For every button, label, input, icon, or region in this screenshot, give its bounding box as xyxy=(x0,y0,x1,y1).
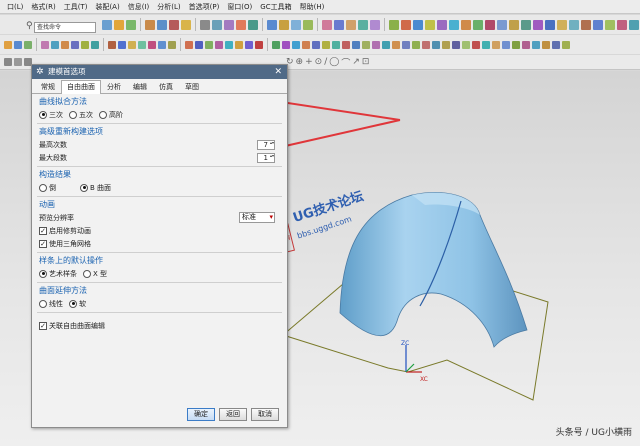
section-spline-default: 样条上的默认操作 xyxy=(39,256,103,265)
fit-quintic-radio[interactable] xyxy=(69,110,77,119)
fit-high-radio[interactable] xyxy=(99,110,107,119)
spline-studio-option[interactable]: 艺术样条 xyxy=(39,269,77,279)
dialog-buttons: 确定 返回 取消 xyxy=(187,408,279,421)
preview-resolution-label: 预览分辨率 xyxy=(39,213,74,222)
triangle-mesh-checkbox[interactable]: ✓ xyxy=(39,239,47,248)
trim-animation-row: ✓ 启用修剪动画 xyxy=(32,224,287,237)
associative-edit-label: 关联自由曲面编辑 xyxy=(49,321,105,330)
spline-studio-label: 艺术样条 xyxy=(49,269,77,278)
axis-label-xc: XC xyxy=(420,376,428,383)
tab-edit[interactable]: 编辑 xyxy=(127,80,153,93)
construct-options: 倒 B 曲面 xyxy=(32,181,287,194)
modeling-preferences-dialog: ✲ 建模首选项 ✕ 常规 自由曲面 分析 编辑 仿真 草图 曲线拟合方法 三次 … xyxy=(31,64,288,428)
close-icon[interactable]: ✕ xyxy=(274,65,282,79)
construct-reverse-label: 倒 xyxy=(49,183,56,192)
extend-soft-label: 软 xyxy=(79,299,86,308)
fit-cubic-radio[interactable] xyxy=(39,110,47,119)
trim-animation-checkbox[interactable]: ✓ xyxy=(39,226,47,235)
spline-options: 艺术样条 X 型 xyxy=(32,267,287,280)
section-rebuild: 高级重新构建选项 xyxy=(39,127,103,136)
extend-soft-radio[interactable] xyxy=(69,299,77,308)
max-segments-spinner[interactable]: 1 xyxy=(257,152,275,163)
extend-linear-option[interactable]: 线性 xyxy=(39,299,63,309)
max-degree-row: 最高次数 7 xyxy=(32,138,287,151)
spline-studio-radio[interactable] xyxy=(39,269,47,278)
construct-reverse-option[interactable]: 倒 xyxy=(39,183,56,193)
tab-freeform[interactable]: 自由曲面 xyxy=(61,80,101,94)
arch-surface xyxy=(339,192,528,348)
extend-linear-radio[interactable] xyxy=(39,299,47,308)
construct-reverse-radio[interactable] xyxy=(39,183,47,192)
construct-bsurface-label: B 曲面 xyxy=(90,183,112,192)
fit-cubic-option[interactable]: 三次 xyxy=(39,110,63,120)
axis-label-zc: ZC xyxy=(401,340,410,347)
extend-options: 线性 软 xyxy=(32,297,287,310)
fit-quintic-label: 五次 xyxy=(79,110,93,119)
tab-general[interactable]: 常规 xyxy=(35,80,61,93)
fit-high-label: 高阶 xyxy=(109,110,123,119)
max-degree-label: 最高次数 xyxy=(39,140,67,149)
preview-resolution-row: 预览分辨率 标准 xyxy=(32,211,287,224)
tab-sketch[interactable]: 草图 xyxy=(179,80,205,93)
gear-icon: ✲ xyxy=(36,67,44,77)
construct-bsurface-option[interactable]: B 曲面 xyxy=(80,183,111,193)
trim-animation-option[interactable]: ✓ 启用修剪动画 xyxy=(39,226,91,236)
max-degree-spinner[interactable]: 7 xyxy=(257,139,275,150)
fit-quintic-option[interactable]: 五次 xyxy=(69,110,93,120)
construct-bsurface-radio[interactable] xyxy=(80,183,88,192)
tab-analysis[interactable]: 分析 xyxy=(101,80,127,93)
tab-strip: 常规 自由曲面 分析 编辑 仿真 草图 xyxy=(32,80,287,94)
section-surface-extend: 曲面延伸方法 xyxy=(39,286,87,295)
fit-cubic-label: 三次 xyxy=(49,110,63,119)
cancel-button[interactable]: 取消 xyxy=(251,408,279,421)
dialog-title: 建模首选项 xyxy=(48,67,86,76)
preview-resolution-select[interactable]: 标准 xyxy=(239,212,275,223)
associative-edit-row: ✓ 关联自由曲面编辑 xyxy=(32,319,287,332)
ok-button[interactable]: 确定 xyxy=(187,408,215,421)
triangle-mesh-row: ✓ 使用三角网格 xyxy=(32,237,287,250)
max-segments-row: 最大段数 1 xyxy=(32,151,287,164)
section-dynamic: 动画 xyxy=(39,200,55,209)
max-segments-label: 最大段数 xyxy=(39,153,67,162)
associative-edit-option[interactable]: ✓ 关联自由曲面编辑 xyxy=(39,321,105,331)
spline-xform-label: X 型 xyxy=(93,269,108,278)
extend-linear-label: 线性 xyxy=(49,299,63,308)
back-button[interactable]: 返回 xyxy=(219,408,247,421)
section-curve-fit: 曲线拟合方法 xyxy=(39,97,87,106)
spline-xform-option[interactable]: X 型 xyxy=(83,269,107,279)
section-construct-result: 构造结果 xyxy=(39,170,71,179)
extend-soft-option[interactable]: 软 xyxy=(69,299,86,309)
spline-xform-radio[interactable] xyxy=(83,269,91,278)
credit-watermark: 头条号 / UG小横雨 xyxy=(555,428,632,438)
triangle-mesh-label: 使用三角网格 xyxy=(49,239,91,248)
curve-fit-options: 三次 五次 高阶 xyxy=(32,108,287,121)
dialog-title-bar[interactable]: ✲ 建模首选项 ✕ xyxy=(32,65,287,79)
fit-high-option[interactable]: 高阶 xyxy=(99,110,123,120)
tab-simulation[interactable]: 仿真 xyxy=(153,80,179,93)
triangle-mesh-option[interactable]: ✓ 使用三角网格 xyxy=(39,239,91,249)
trim-animation-label: 启用修剪动画 xyxy=(49,226,91,235)
associative-edit-checkbox[interactable]: ✓ xyxy=(39,321,47,330)
